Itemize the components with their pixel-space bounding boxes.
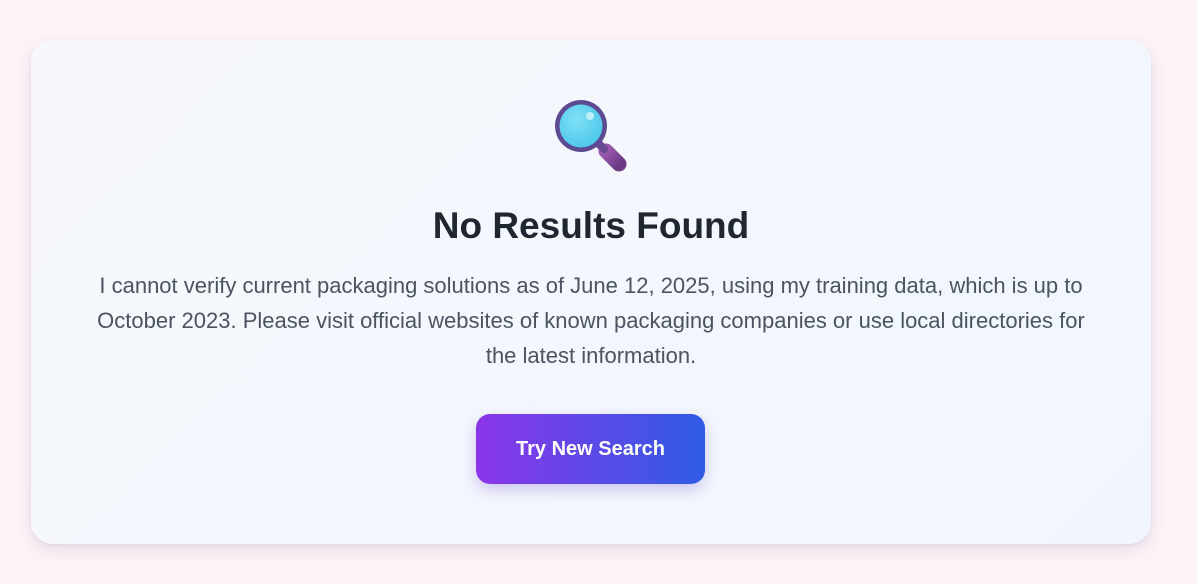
page-title: No Results Found <box>432 205 750 246</box>
empty-state-card: No Results Found I cannot verify current… <box>31 40 1151 544</box>
try-new-search-button[interactable]: Try New Search <box>476 414 705 484</box>
empty-state-message: I cannot verify current packaging soluti… <box>97 273 1085 368</box>
magnifying-glass-icon <box>551 96 631 176</box>
